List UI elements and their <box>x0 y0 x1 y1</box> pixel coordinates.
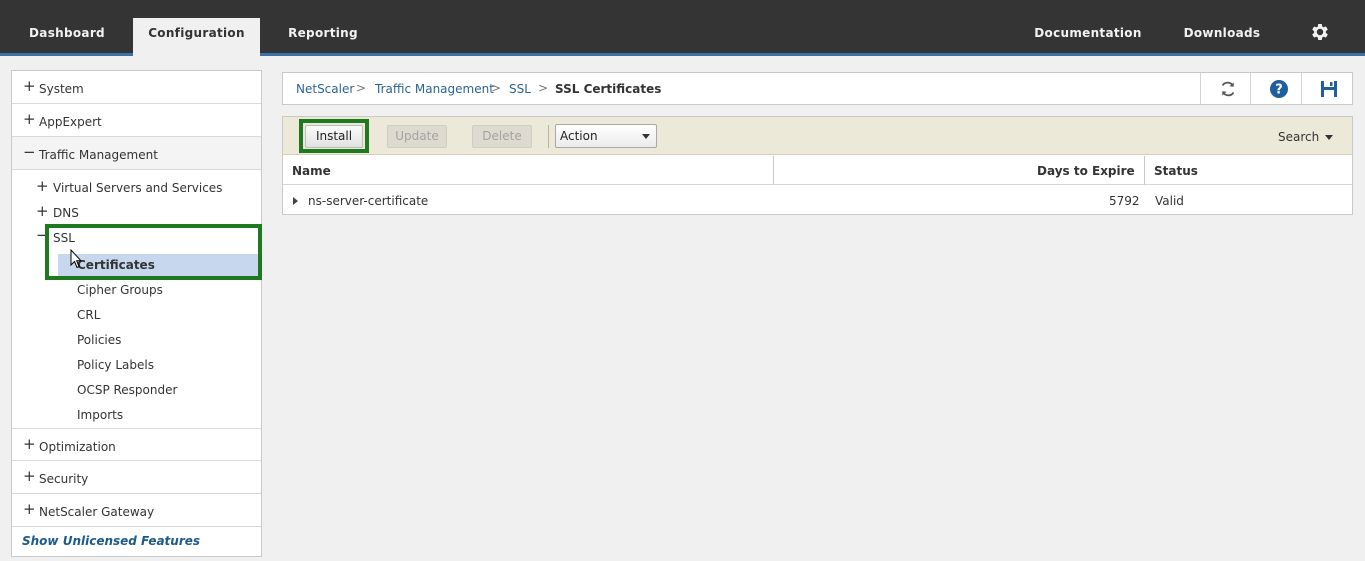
sidebar-item-virtual-servers[interactable]: Virtual Servers and Services <box>53 181 222 195</box>
column-divider[interactable] <box>773 156 774 185</box>
sidebar-item-imports[interactable]: Imports <box>77 408 123 422</box>
cell-status: Valid <box>1155 194 1184 208</box>
action-select[interactable]: Action <box>555 124 657 148</box>
expand-plus-icon[interactable]: + <box>23 469 36 484</box>
collapse-minus-icon[interactable]: − <box>23 145 36 160</box>
divider <box>1250 73 1251 104</box>
sidebar-item-label: NetScaler Gateway <box>39 505 155 519</box>
show-unlicensed-features-link[interactable]: Show Unlicensed Features <box>22 534 200 548</box>
chevron-down-icon <box>642 134 650 139</box>
update-button[interactable]: Update <box>387 125 447 148</box>
sidebar-item-security[interactable]: + Security <box>12 461 261 494</box>
save-icon[interactable] <box>1319 79 1339 99</box>
refresh-icon[interactable] <box>1218 79 1238 99</box>
sidebar-item-system[interactable]: + System <box>12 71 261 104</box>
toolbar: Install Update Delete Action Search <box>283 117 1352 155</box>
sidebar-item-label: Traffic Management <box>39 148 158 162</box>
search-dropdown[interactable]: Search <box>1278 130 1334 144</box>
sidebar-item-netscaler-gateway[interactable]: + NetScaler Gateway <box>12 494 261 527</box>
column-divider[interactable] <box>1144 156 1145 185</box>
expand-plus-icon[interactable]: + <box>23 79 36 94</box>
sidebar-item-ocsp-responder[interactable]: OCSP Responder <box>77 383 177 397</box>
help-icon[interactable]: ? <box>1269 79 1289 99</box>
sidebar-item-label: Security <box>39 472 89 486</box>
breadcrumb-separator: > <box>491 81 502 95</box>
expand-plus-icon[interactable]: + <box>23 437 36 452</box>
tab-dashboard[interactable]: Dashboard <box>20 0 114 53</box>
gear-icon[interactable] <box>1309 21 1331 43</box>
action-select-value: Action <box>560 129 598 143</box>
cell-days-to-expire: 5792 <box>1109 194 1140 208</box>
breadcrumb-separator: > <box>538 81 549 95</box>
divider <box>548 125 549 148</box>
column-header-days-to-expire[interactable]: Days to Expire <box>1037 164 1135 178</box>
sidebar: + System + AppExpert − Traffic Managemen… <box>11 70 262 557</box>
expand-plus-icon[interactable]: + <box>36 179 49 194</box>
sidebar-item-label: System <box>39 82 84 96</box>
sidebar-item-label: AppExpert <box>39 115 102 129</box>
breadcrumb: NetScaler > Traffic Management > SSL > S… <box>282 72 1353 105</box>
divider <box>1200 73 1201 104</box>
sidebar-item-label: Optimization <box>39 440 116 454</box>
breadcrumb-netscaler[interactable]: NetScaler <box>296 82 354 96</box>
breadcrumb-traffic-management[interactable]: Traffic Management <box>375 82 494 96</box>
documentation-link[interactable]: Documentation <box>1030 0 1146 53</box>
downloads-link[interactable]: Downloads <box>1180 0 1264 53</box>
sidebar-item-appexpert[interactable]: + AppExpert <box>12 104 261 137</box>
top-nav-bar: Dashboard Configuration Reporting Docume… <box>0 0 1365 56</box>
table-row[interactable]: ns-server-certificate 5792 Valid <box>283 186 1352 214</box>
tab-configuration[interactable]: Configuration <box>133 18 260 56</box>
expand-plus-icon[interactable]: + <box>23 502 36 517</box>
sidebar-item-optimization[interactable]: + Optimization <box>12 428 261 461</box>
sidebar-item-crl[interactable]: CRL <box>77 308 100 322</box>
breadcrumb-separator: > <box>356 81 367 95</box>
expand-row-icon[interactable] <box>293 197 298 205</box>
svg-text:?: ? <box>1275 83 1283 98</box>
search-label: Search <box>1278 130 1320 144</box>
install-button[interactable]: Install <box>305 125 363 148</box>
table-header: Name Days to Expire Status <box>283 156 1352 185</box>
mouse-cursor-icon <box>70 249 82 269</box>
sidebar-item-cipher-groups[interactable]: Cipher Groups <box>77 283 163 297</box>
cell-name: ns-server-certificate <box>308 194 429 208</box>
delete-button[interactable]: Delete <box>472 125 532 148</box>
expand-plus-icon[interactable]: + <box>23 112 36 127</box>
certificates-panel: Install Update Delete Action Search Name… <box>282 116 1353 215</box>
tab-reporting[interactable]: Reporting <box>278 0 368 53</box>
sidebar-item-policy-labels[interactable]: Policy Labels <box>77 358 154 372</box>
breadcrumb-current: SSL Certificates <box>555 82 662 96</box>
breadcrumb-ssl[interactable]: SSL <box>509 82 531 96</box>
sidebar-item-policies[interactable]: Policies <box>77 333 121 347</box>
column-header-name[interactable]: Name <box>292 164 331 178</box>
expand-plus-icon[interactable]: + <box>36 204 49 219</box>
sidebar-item-dns[interactable]: DNS <box>53 206 79 220</box>
column-header-status[interactable]: Status <box>1154 164 1198 178</box>
chevron-down-icon <box>1325 135 1334 140</box>
divider <box>1301 73 1302 104</box>
sidebar-item-traffic-management[interactable]: − Traffic Management <box>12 137 261 170</box>
